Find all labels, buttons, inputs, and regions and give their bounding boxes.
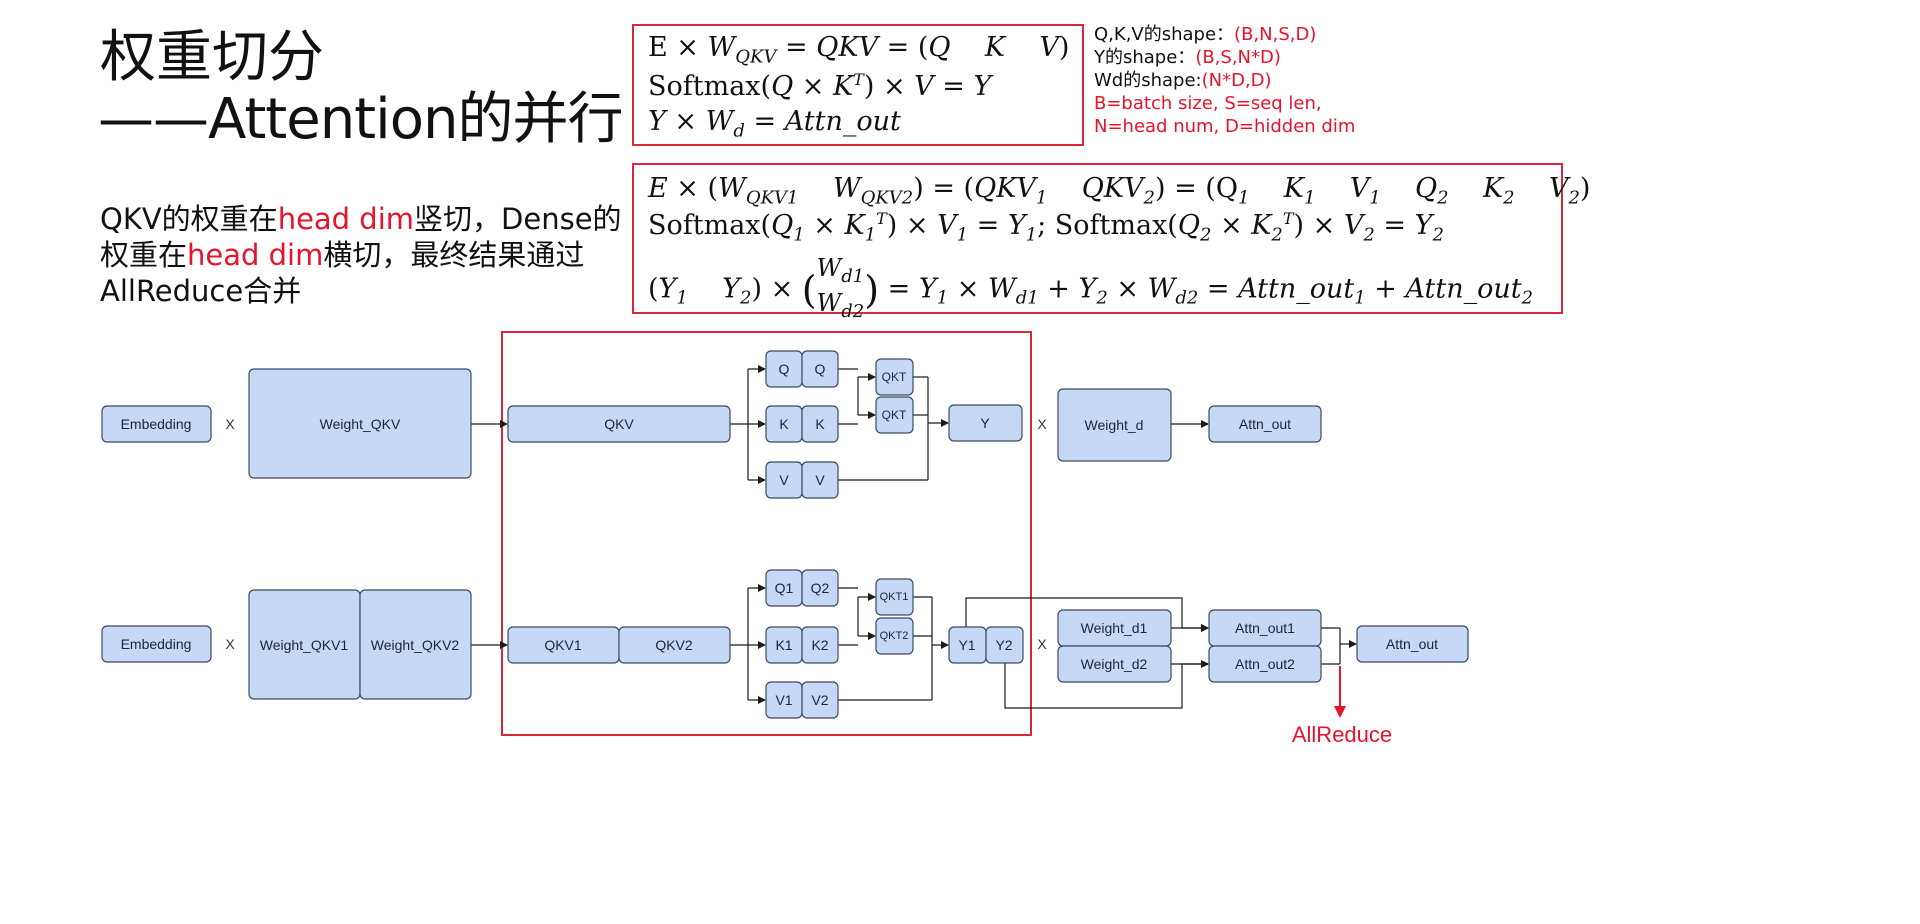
svg-text:V1: V1 [775, 692, 792, 708]
svg-text:Embedding: Embedding [121, 636, 192, 652]
svg-text:QKV: QKV [604, 416, 634, 432]
svg-text:Attn_out1: Attn_out1 [1235, 620, 1295, 636]
node-attn-out-bottom: Attn_out [1356, 625, 1469, 663]
svg-text:QKT: QKT [882, 408, 907, 422]
svg-text:V2: V2 [811, 692, 828, 708]
svg-text:K: K [779, 416, 789, 432]
svg-text:QKV2: QKV2 [655, 637, 693, 653]
node-y1: Y1 [948, 626, 987, 664]
node-k-b: K [801, 405, 839, 443]
node-y2: Y2 [985, 626, 1024, 664]
svg-text:V: V [779, 472, 789, 488]
node-qkv1: QKV1 [507, 626, 620, 664]
svg-text:Y1: Y1 [958, 637, 975, 653]
svg-text:Q2: Q2 [811, 580, 830, 596]
svg-text:Attn_out: Attn_out [1386, 636, 1438, 652]
node-embedding-bottom: Embedding [101, 625, 212, 663]
svg-text:K2: K2 [811, 637, 828, 653]
node-q1: Q1 [765, 569, 803, 607]
svg-text:QKT2: QKT2 [880, 630, 909, 642]
svg-text:Attn_out2: Attn_out2 [1235, 656, 1295, 672]
svg-text:Weight_d: Weight_d [1085, 417, 1144, 433]
node-embedding-top: Embedding [101, 405, 212, 443]
node-weight-d: Weight_d [1057, 388, 1172, 462]
multiply-op-top-2: X [1037, 416, 1047, 432]
node-k-a: K [765, 405, 803, 443]
svg-text:Weight_QKV1: Weight_QKV1 [260, 637, 349, 653]
multiply-op-bottom-1: X [225, 636, 235, 652]
svg-text:K: K [815, 416, 825, 432]
svg-text:QKV1: QKV1 [544, 637, 582, 653]
svg-text:Q: Q [779, 361, 790, 377]
node-q2: Q2 [801, 569, 839, 607]
node-qkt-b: QKT [875, 396, 914, 434]
multiply-op-top-1: X [225, 416, 235, 432]
svg-text:Embedding: Embedding [121, 416, 192, 432]
node-y: Y [948, 404, 1023, 442]
svg-text:Y: Y [980, 415, 990, 431]
node-k2: K2 [801, 626, 839, 664]
parallel-region-frame [501, 331, 1032, 736]
attention-parallel-diagram: X X X X Embedding Weight_QKV QKV Q Q K K… [101, 331, 1469, 747]
node-q-b: Q [801, 350, 839, 388]
node-qkt1: QKT1 [875, 578, 914, 616]
svg-text:Weight_QKV2: Weight_QKV2 [371, 637, 460, 653]
svg-text:Attn_out: Attn_out [1239, 416, 1291, 432]
node-attn-out2: Attn_out2 [1208, 645, 1322, 683]
node-weight-d1: Weight_d1 [1057, 609, 1172, 647]
node-weight-qkv1: Weight_QKV1 [248, 589, 361, 700]
svg-text:Weight_d1: Weight_d1 [1081, 620, 1148, 636]
allreduce-label: AllReduce [1292, 722, 1392, 747]
svg-text:Weight_d2: Weight_d2 [1081, 656, 1148, 672]
node-q-a: Q [765, 350, 803, 388]
node-weight-qkv2: Weight_QKV2 [359, 589, 472, 700]
node-qkt-a: QKT [875, 358, 914, 396]
svg-text:QKT1: QKT1 [880, 591, 909, 603]
node-k1: K1 [765, 626, 803, 664]
node-attn-out-top: Attn_out [1208, 405, 1322, 443]
node-weight-d2: Weight_d2 [1057, 645, 1172, 683]
svg-text:Y2: Y2 [995, 637, 1012, 653]
node-v-a: V [765, 461, 803, 499]
node-v-b: V [801, 461, 839, 499]
node-qkv: QKV [507, 405, 731, 443]
svg-text:V: V [815, 472, 825, 488]
node-weight-qkv: Weight_QKV [248, 368, 472, 479]
node-qkt2: QKT2 [875, 617, 914, 655]
svg-text:Weight_QKV: Weight_QKV [320, 416, 401, 432]
node-v1: V1 [765, 681, 803, 719]
node-attn-out1: Attn_out1 [1208, 609, 1322, 647]
svg-text:QKT: QKT [882, 370, 907, 384]
node-qkv2: QKV2 [618, 626, 731, 664]
svg-text:Q: Q [815, 361, 826, 377]
svg-text:Q1: Q1 [775, 580, 794, 596]
node-v2: V2 [801, 681, 839, 719]
multiply-op-bottom-2: X [1037, 636, 1047, 652]
svg-text:K1: K1 [775, 637, 792, 653]
